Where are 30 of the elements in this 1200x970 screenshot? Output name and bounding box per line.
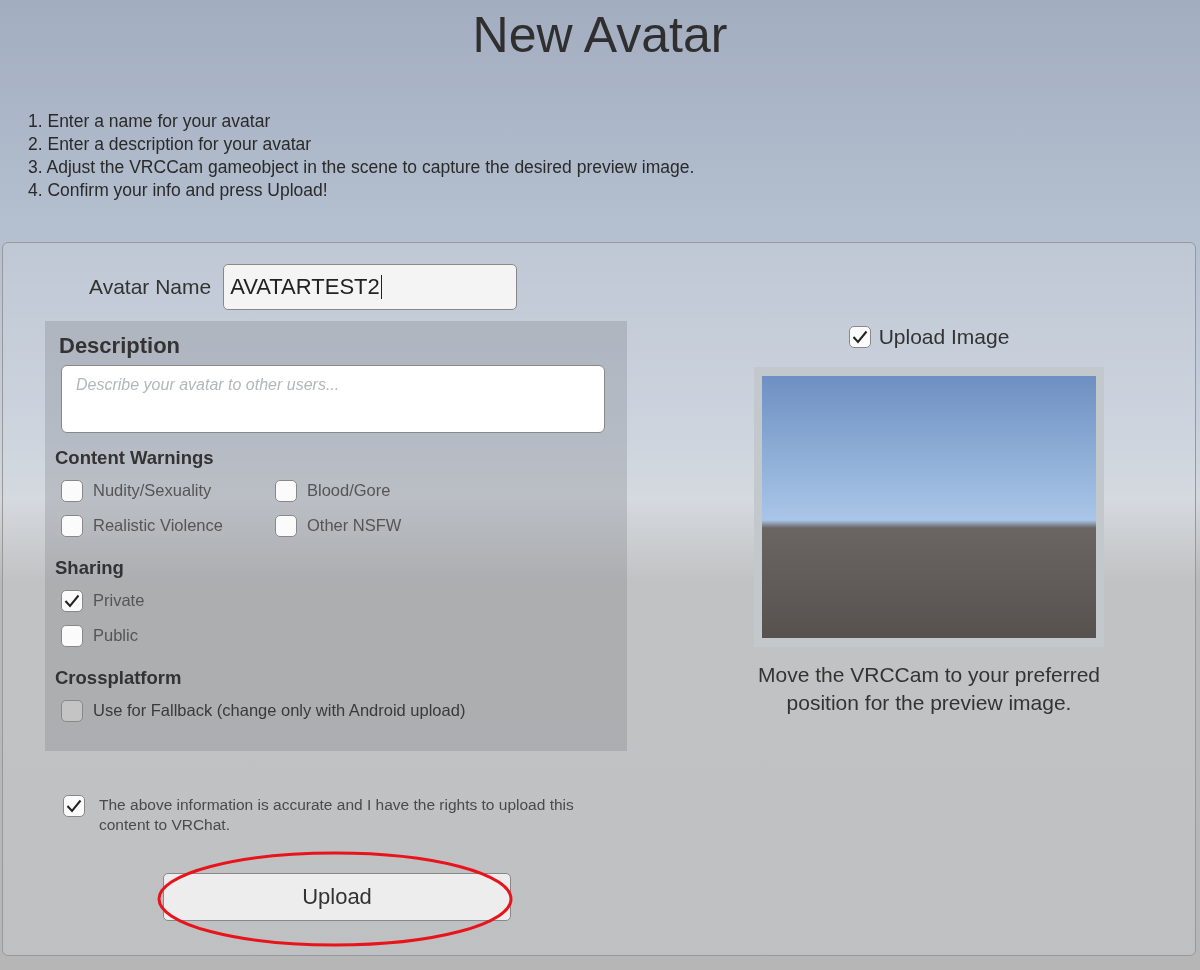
checkbox-label: Private: [93, 591, 145, 610]
checkbox[interactable]: [61, 624, 83, 647]
section-heading: Crossplatform: [55, 667, 183, 689]
checkbox[interactable]: [61, 589, 83, 612]
checkbox[interactable]: [63, 795, 85, 817]
checkbox-label: Realistic Violence: [93, 516, 223, 535]
checkbox-label: Public: [93, 626, 138, 645]
checkbox-label: Blood/Gore: [307, 481, 391, 500]
checkbox[interactable]: [275, 479, 297, 502]
checkbox-label: Use for Fallback (change only with Android upload): [93, 701, 466, 720]
section-heading: Sharing: [55, 557, 125, 579]
page-title: New Avatar: [471, 6, 729, 65]
name-input-field[interactable]: AVATARTEST2: [223, 264, 518, 310]
instruction-step: 1. Enter a name for your avatar: [28, 110, 1200, 133]
upload-button[interactable]: Upload: [163, 873, 511, 921]
field-label: Avatar Name: [89, 275, 212, 299]
section-heading: Content Warnings: [55, 447, 215, 469]
checkbox[interactable]: [61, 479, 83, 502]
section-heading: Description: [59, 333, 182, 359]
checkbox[interactable]: [848, 326, 871, 348]
preview-caption: Move the VRCCam to your preferred position for the preview image.: [757, 662, 1101, 716]
instruction-step: 3. Adjust the VRCCam gameobject in the scene to capture the desired preview image.: [28, 156, 1200, 179]
checkbox-label: Other NSFW: [307, 516, 402, 535]
agreement-text: The above information is accurate and I have the rights to upload this content to VRChat.: [99, 795, 575, 835]
instruction-step: 4. Confirm your info and press Upload!: [28, 179, 1200, 202]
checkbox[interactable]: [275, 514, 297, 537]
checkbox-label: Upload Image: [878, 325, 1010, 349]
checkbox-label: Nudity/Sexuality: [93, 481, 212, 500]
checkbox[interactable]: [61, 514, 83, 537]
instruction-step: 2. Enter a description for your avatar: [28, 133, 1200, 156]
